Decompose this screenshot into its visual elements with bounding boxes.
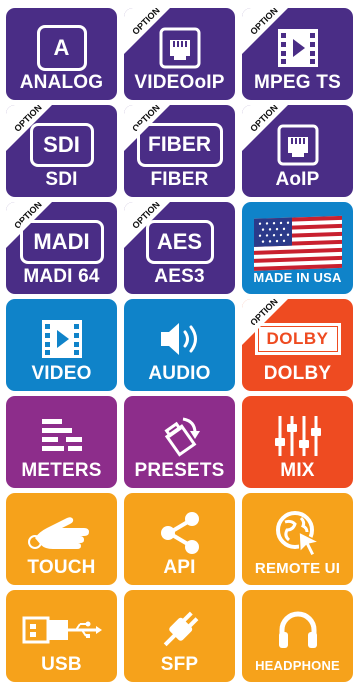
fiber-box-text: FIBER bbox=[136, 123, 223, 167]
tile-sfp: SFP bbox=[124, 590, 235, 682]
tile-label: MADI 64 bbox=[23, 266, 100, 287]
network-port-icon bbox=[242, 119, 353, 171]
tile-label: METERS bbox=[21, 460, 102, 481]
headphone-icon bbox=[242, 604, 353, 656]
power-plug-icon bbox=[124, 604, 235, 656]
meters-bars-icon bbox=[6, 410, 117, 462]
sdi-box-icon: SDI bbox=[6, 119, 117, 171]
film-play-icon bbox=[6, 313, 117, 365]
tile-label: MIX bbox=[280, 460, 315, 481]
tile-label: AES3 bbox=[154, 266, 205, 287]
tile-label: MPEG TS bbox=[254, 72, 341, 93]
tile-mix: MIX bbox=[242, 396, 353, 488]
tile-label: FIBER bbox=[150, 169, 209, 190]
tile-presets: PRESETS bbox=[124, 396, 235, 488]
tile-label: TOUCH bbox=[27, 557, 96, 578]
madi-box-text: MADI bbox=[19, 220, 104, 264]
analog-box-icon: A bbox=[6, 22, 117, 74]
tile-label: AoIP bbox=[275, 169, 320, 190]
aes-box-icon: AES bbox=[124, 216, 235, 268]
tile-aes3: OPTION AES AES3 bbox=[124, 202, 235, 294]
tile-headphone: HEADPHONE bbox=[242, 590, 353, 682]
tile-dolby: OPTION DOLBY DOLBY bbox=[242, 299, 353, 391]
tile-remote-ui: REMOTE UI bbox=[242, 493, 353, 585]
tile-label: SFP bbox=[160, 654, 199, 675]
tile-touch: TOUCH bbox=[6, 493, 117, 585]
tile-label: USB bbox=[41, 654, 82, 675]
mixer-faders-icon bbox=[242, 410, 353, 462]
presets-tag-icon bbox=[124, 410, 235, 462]
tile-api: API bbox=[124, 493, 235, 585]
tile-label: AUDIO bbox=[148, 363, 211, 384]
remote-globe-cursor-icon bbox=[242, 507, 353, 559]
feature-tile-grid: A ANALOG OPTION VIDEOoIP OPTION MPEG TS … bbox=[6, 8, 353, 682]
speaker-icon bbox=[124, 313, 235, 365]
tile-usb: USB bbox=[6, 590, 117, 682]
tile-label: MADE IN USA bbox=[253, 270, 342, 285]
us-flag-icon bbox=[242, 212, 353, 272]
sdi-box-text: SDI bbox=[29, 123, 94, 167]
tile-video: VIDEO bbox=[6, 299, 117, 391]
tile-madi-64: OPTION MADI MADI 64 bbox=[6, 202, 117, 294]
tile-mpeg-ts: OPTION MPEG TS bbox=[242, 8, 353, 100]
tile-analog: A ANALOG bbox=[6, 8, 117, 100]
aes-box-text: AES bbox=[145, 220, 214, 264]
network-port-icon bbox=[124, 22, 235, 74]
tile-aoip: OPTION AoIP bbox=[242, 105, 353, 197]
tile-label: HEADPHONE bbox=[255, 658, 340, 673]
tile-label: SDI bbox=[45, 169, 78, 190]
share-nodes-icon bbox=[124, 507, 235, 559]
tile-meters: METERS bbox=[6, 396, 117, 488]
analog-box-text: A bbox=[36, 25, 87, 71]
tile-sdi: OPTION SDI SDI bbox=[6, 105, 117, 197]
tile-label: REMOTE UI bbox=[254, 560, 341, 577]
tile-label: VIDEOoIP bbox=[134, 72, 225, 93]
tile-videoip: OPTION VIDEOoIP bbox=[124, 8, 235, 100]
tile-label: ANALOG bbox=[19, 72, 104, 93]
fiber-box-icon: FIBER bbox=[124, 119, 235, 171]
tile-fiber: OPTION FIBER FIBER bbox=[124, 105, 235, 197]
tile-made-in-usa: MADE IN USA bbox=[242, 202, 353, 294]
touch-hand-icon bbox=[6, 507, 117, 559]
film-play-icon bbox=[242, 22, 353, 74]
usb-plug-icon bbox=[6, 604, 117, 656]
tile-label: PRESETS bbox=[134, 460, 225, 481]
tile-audio: AUDIO bbox=[124, 299, 235, 391]
tile-label: DOLBY bbox=[263, 363, 332, 384]
tile-label: VIDEO bbox=[31, 363, 92, 384]
tile-label: API bbox=[163, 557, 196, 578]
dolby-logo-icon: DOLBY bbox=[242, 313, 353, 365]
dolby-logo-text: DOLBY bbox=[258, 327, 337, 351]
madi-box-icon: MADI bbox=[6, 216, 117, 268]
